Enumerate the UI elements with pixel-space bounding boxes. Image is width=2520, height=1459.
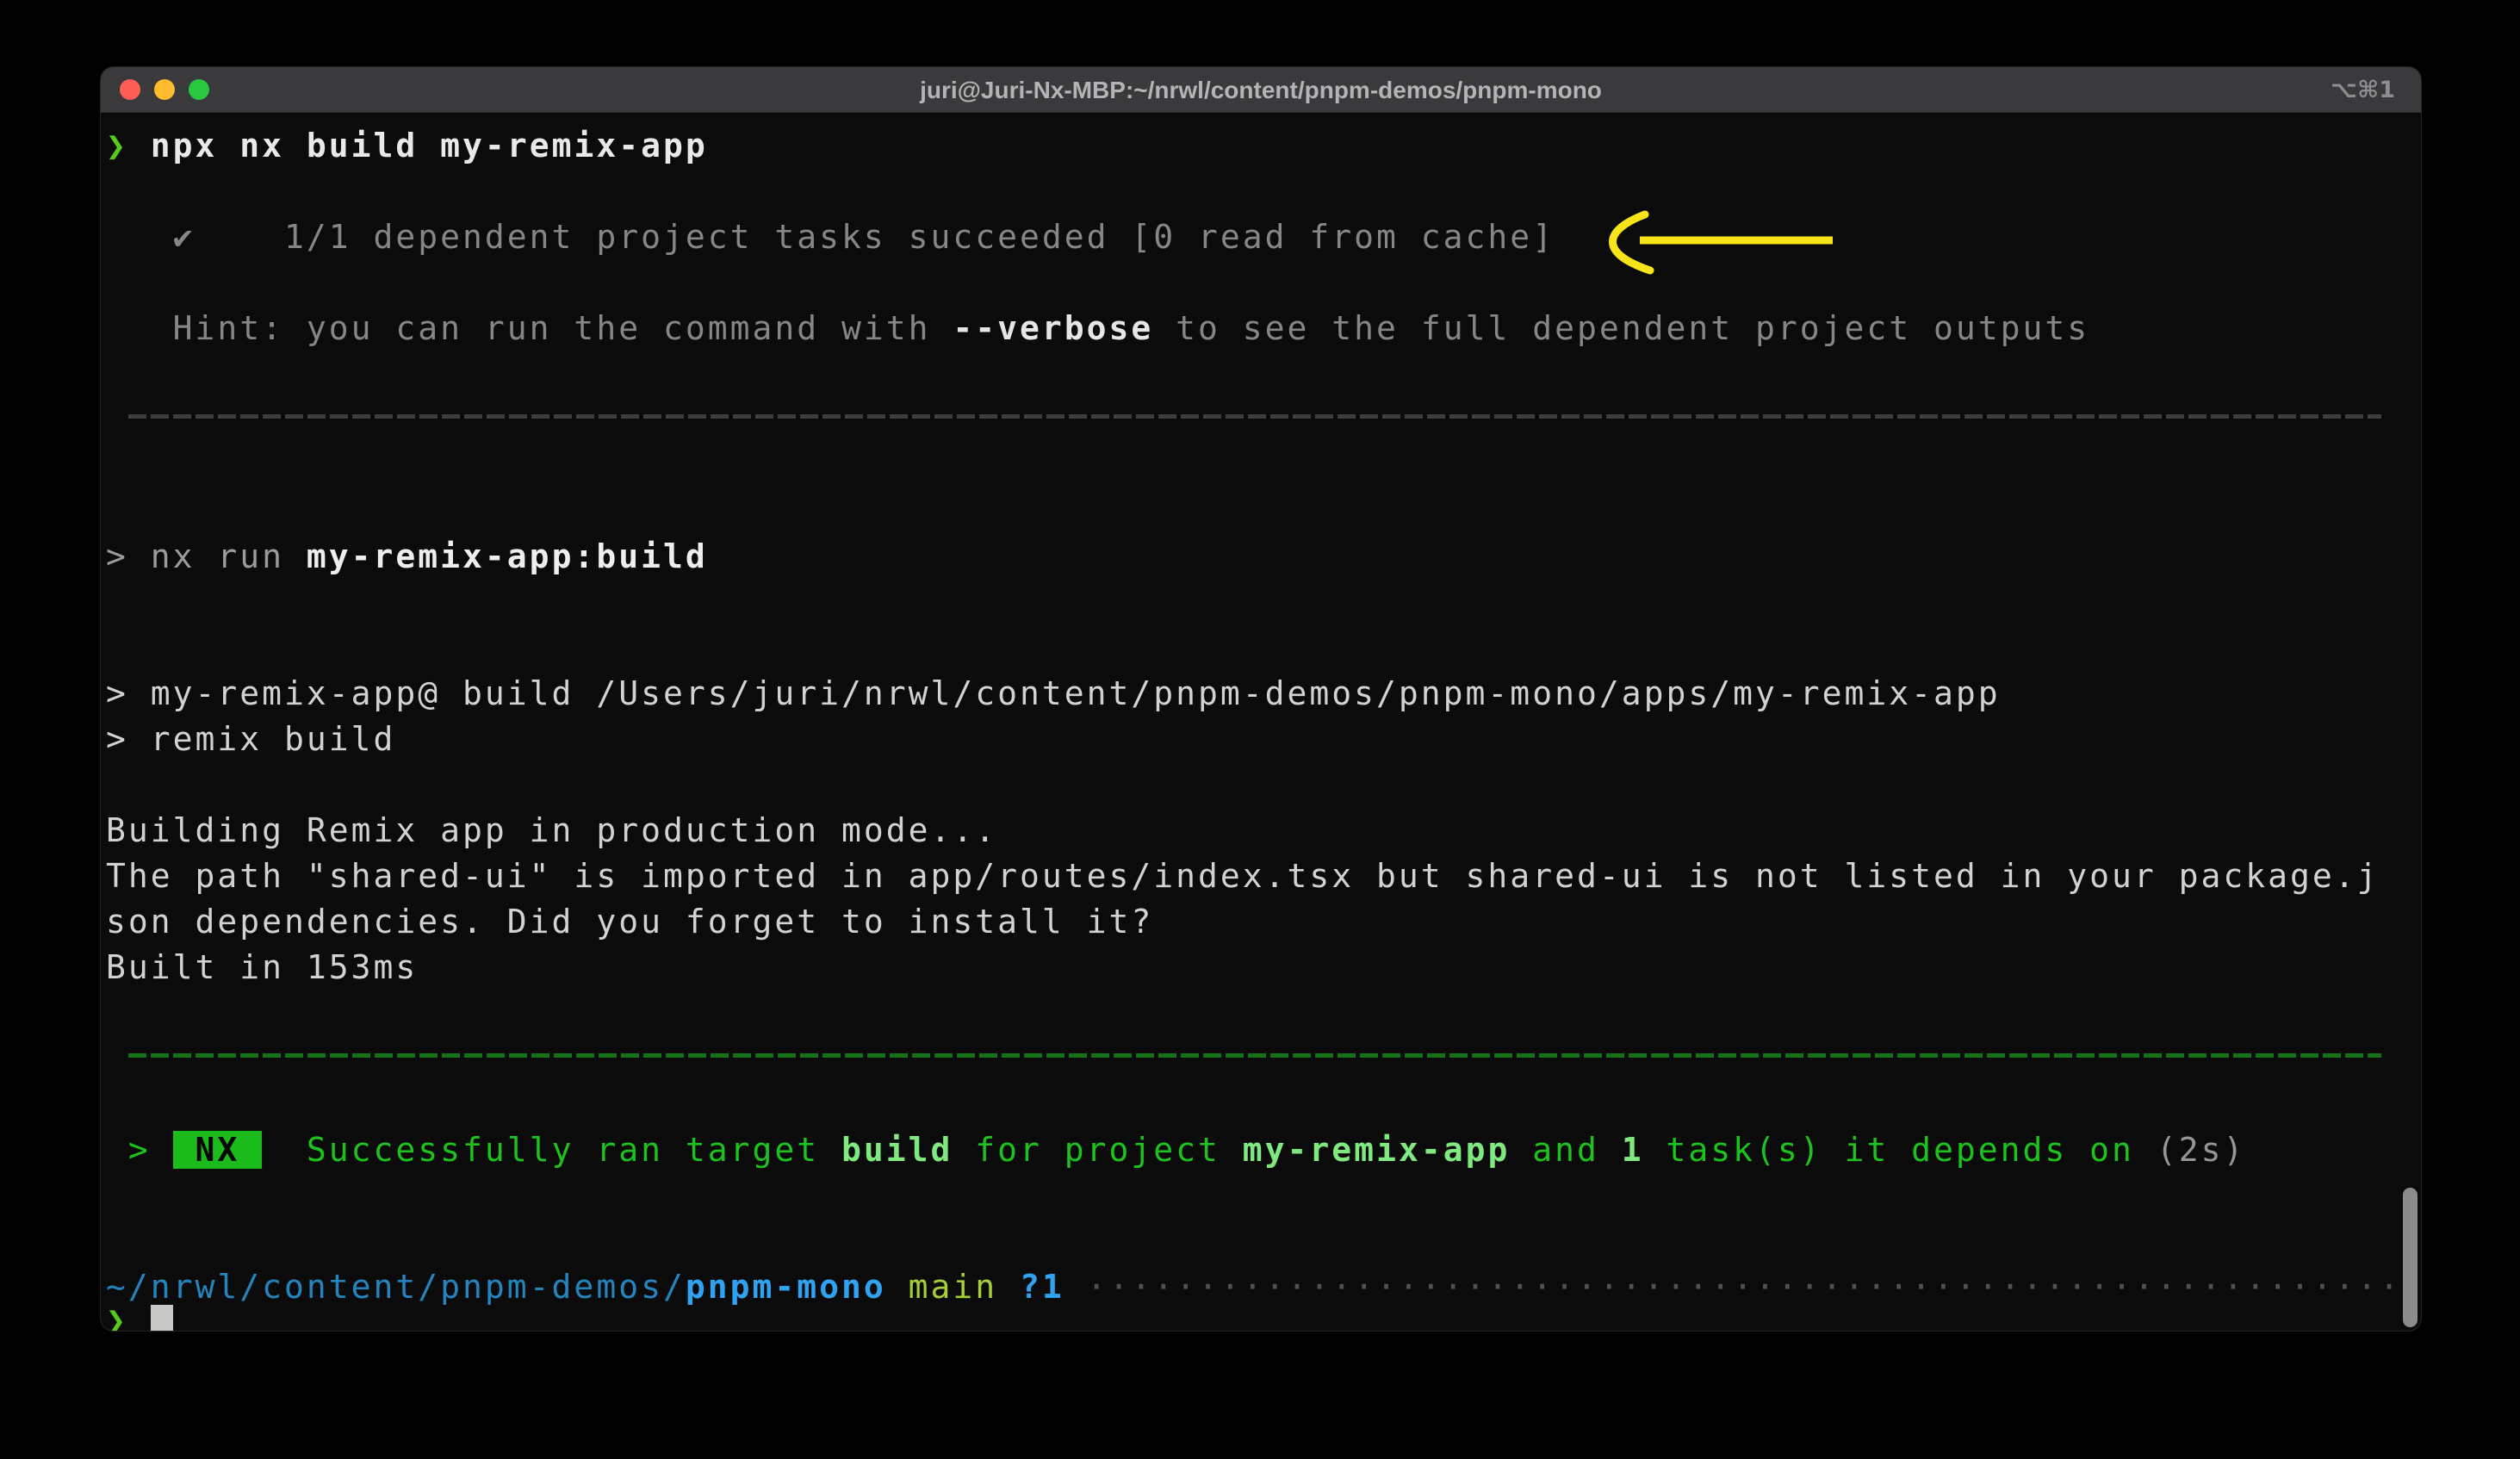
nx-run-prefix: > nx run bbox=[106, 537, 307, 575]
blank-line bbox=[106, 990, 2416, 1036]
separator-line bbox=[128, 1036, 2381, 1082]
cwd-basename: pnpm-mono bbox=[686, 1268, 886, 1306]
blank-line bbox=[106, 1082, 2416, 1127]
terminal-line: > NX Successfully ran target build for p… bbox=[106, 1127, 2416, 1173]
blank-line bbox=[106, 762, 2416, 808]
hint-text: Hint: you can run the command with bbox=[106, 309, 953, 347]
blank-line bbox=[106, 443, 2416, 488]
verbose-flag: --verbose bbox=[953, 309, 1153, 347]
terminal-line: > remix build bbox=[106, 717, 2416, 762]
blank-line bbox=[106, 1173, 2416, 1219]
terminal-line: ~/nrwl/content/pnpm-demos/pnpm-mono main… bbox=[106, 1264, 2416, 1310]
task-count: 1 bbox=[1622, 1131, 1644, 1169]
nx-result-text: Successfully ran target bbox=[262, 1131, 841, 1169]
spacer bbox=[1064, 1268, 1087, 1306]
title-bar[interactable]: juri@Juri-Nx-MBP:~/nrwl/content/pnpm-dem… bbox=[101, 67, 2421, 113]
npm-script-line: > remix build bbox=[106, 720, 395, 758]
hint-text: to see the full dependent project output… bbox=[1153, 309, 2089, 347]
separator-line bbox=[128, 397, 2381, 443]
terminal-window: juri@Juri-Nx-MBP:~/nrwl/content/pnpm-dem… bbox=[100, 66, 2422, 1332]
build-output: The path "shared-ui" is imported in app/… bbox=[106, 857, 2380, 895]
spacer bbox=[886, 1268, 909, 1306]
nx-run-target: my-remix-app:build bbox=[307, 537, 708, 575]
git-branch: main bbox=[909, 1268, 998, 1306]
prompt-symbol: ❯ bbox=[106, 127, 151, 165]
prompt-symbol: ❯ bbox=[106, 1301, 151, 1332]
annotation-arrow-icon bbox=[1588, 210, 1838, 275]
build-output: Built in 153ms bbox=[106, 948, 418, 986]
window-shortcut-label: ⌥⌘1 bbox=[2331, 67, 2395, 113]
window-title: juri@Juri-Nx-MBP:~/nrwl/content/pnpm-dem… bbox=[101, 67, 2421, 113]
command-text: npx nx build my-remix-app bbox=[151, 127, 708, 165]
blank-line bbox=[106, 260, 2416, 306]
nx-result-text: task(s) it depends on bbox=[1644, 1131, 2157, 1169]
terminal-line: > my-remix-app@ build /Users/juri/nrwl/c… bbox=[106, 671, 2416, 717]
blank-line bbox=[106, 1219, 2416, 1264]
build-output: Building Remix app in production mode... bbox=[106, 811, 997, 849]
cwd-path: ~/nrwl/content/pnpm-demos/ bbox=[106, 1268, 686, 1306]
task-success-text: ✔ 1/1 dependent project tasks succeeded … bbox=[106, 218, 1555, 256]
terminal-line: Built in 153ms bbox=[106, 945, 2416, 990]
terminal-line: ❯ npx nx build my-remix-app bbox=[106, 123, 2416, 169]
blank-line bbox=[106, 169, 2416, 214]
terminal-line: ✔ 1/1 dependent project tasks succeeded … bbox=[106, 214, 2416, 260]
scrollbar-thumb[interactable] bbox=[2403, 1188, 2418, 1327]
target-name: build bbox=[841, 1131, 953, 1169]
terminal-output[interactable]: ❯ npx nx build my-remix-app ✔ 1/1 depend… bbox=[101, 113, 2421, 1332]
terminal-line: The path "shared-ui" is imported in app/… bbox=[106, 854, 2416, 899]
nx-badge: NX bbox=[173, 1131, 263, 1169]
project-name: my-remix-app bbox=[1243, 1131, 1511, 1169]
blank-line bbox=[106, 351, 2416, 397]
nx-result-prefix: > bbox=[106, 1131, 173, 1169]
git-status: ?1 bbox=[1020, 1268, 1064, 1306]
terminal-line: son dependencies. Did you forget to inst… bbox=[106, 899, 2416, 945]
blank-line bbox=[106, 625, 2416, 671]
npm-script-line: > my-remix-app@ build /Users/juri/nrwl/c… bbox=[106, 674, 2001, 712]
duration-text: (2s) bbox=[2157, 1131, 2246, 1169]
nx-result-text: and bbox=[1510, 1131, 1621, 1169]
terminal-line: Hint: you can run the command with --ver… bbox=[106, 306, 2416, 351]
nx-result-text: for project bbox=[953, 1131, 1242, 1169]
blank-line bbox=[106, 488, 2416, 534]
terminal-line: > nx run my-remix-app:build bbox=[106, 534, 2416, 580]
prompt-filler-dots: ········································… bbox=[1087, 1268, 2422, 1306]
blank-line bbox=[106, 580, 2416, 625]
terminal-line: Building Remix app in production mode... bbox=[106, 808, 2416, 854]
spacer bbox=[997, 1268, 1020, 1306]
build-output: son dependencies. Did you forget to inst… bbox=[106, 903, 1153, 941]
terminal-cursor bbox=[151, 1305, 173, 1332]
